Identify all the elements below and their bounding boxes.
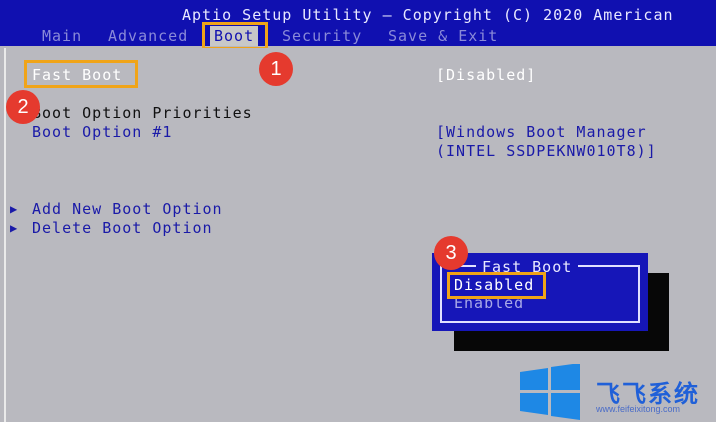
fast-boot-highlight — [24, 60, 138, 88]
disabled-option-highlight — [447, 272, 546, 299]
tab-security[interactable]: Security — [282, 27, 362, 45]
boot-option-1-value-cont: (INTEL SSDPEKNW010T8)] — [436, 142, 657, 160]
boot-option-1-value: [Windows Boot Manager — [436, 123, 647, 141]
step-badge-3: 3 — [434, 236, 468, 270]
watermark-url: www.feifeixitong.com — [596, 404, 681, 414]
step-badge-2: 2 — [6, 90, 40, 124]
tab-main[interactable]: Main — [42, 27, 82, 45]
fast-boot-value: [Disabled] — [436, 66, 537, 84]
tab-advanced[interactable]: Advanced — [108, 27, 188, 45]
submenu-arrow-icon: ▶ — [10, 221, 19, 235]
submenu-arrow-icon: ▶ — [10, 202, 19, 216]
boot-priorities-heading: Boot Option Priorities — [32, 104, 253, 122]
delete-boot-option[interactable]: Delete Boot Option — [32, 219, 213, 237]
add-boot-option[interactable]: Add New Boot Option — [32, 200, 223, 218]
boot-option-1-label[interactable]: Boot Option #1 — [32, 123, 172, 141]
boot-tab-highlight — [202, 22, 268, 50]
tab-save-exit[interactable]: Save & Exit — [388, 27, 498, 45]
step-badge-1: 1 — [259, 52, 293, 86]
